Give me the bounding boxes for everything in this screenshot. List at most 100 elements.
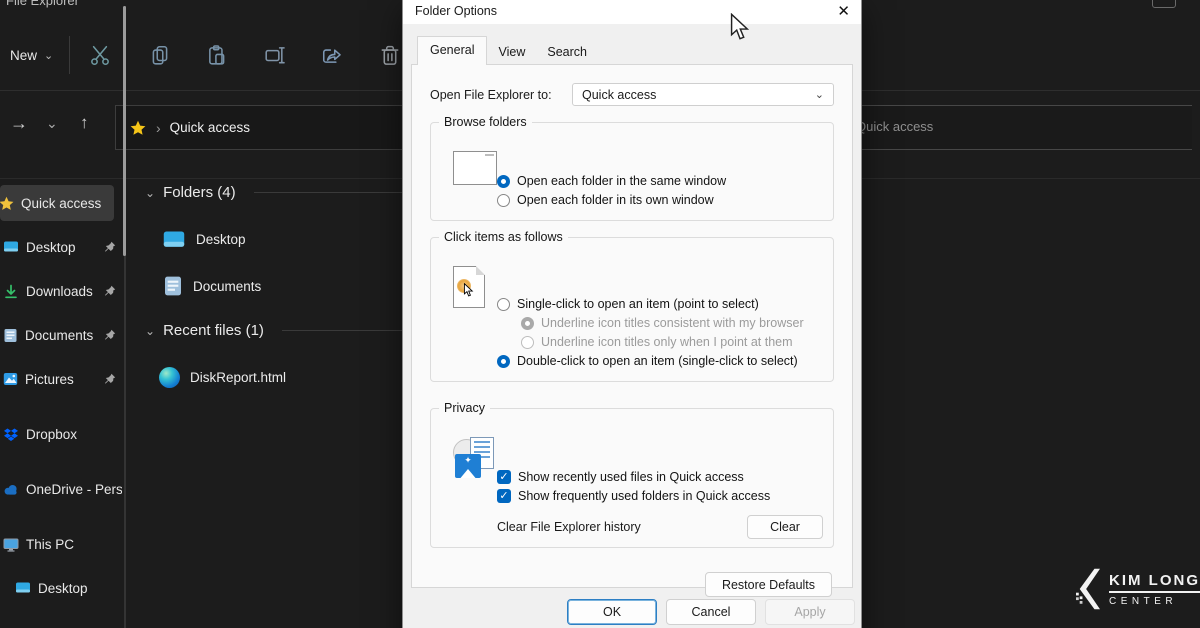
checkbox-checked[interactable]: ✓ xyxy=(497,489,511,503)
dialog-footer: OK Cancel Apply xyxy=(403,599,855,625)
watermark-line2: CENTER xyxy=(1109,596,1200,607)
group-legend: Click items as follows xyxy=(439,230,568,244)
privacy-icon: ✦ xyxy=(453,437,501,481)
pin-icon[interactable] xyxy=(104,329,116,341)
browse-folders-group: Browse folders Open each folder in the s… xyxy=(430,122,834,221)
new-button-label: New xyxy=(10,48,37,63)
radio-disabled-selected xyxy=(521,317,534,330)
collapse-chevron-icon: ⌄ xyxy=(145,186,155,200)
sidebar-item-pictures[interactable]: Pictures xyxy=(0,362,122,396)
tab-view[interactable]: View xyxy=(487,40,536,64)
open-to-label: Open File Explorer to: xyxy=(430,88,552,102)
folder-item-documents[interactable]: Documents xyxy=(163,273,261,299)
recent-locations-icon[interactable]: ⌄ xyxy=(46,115,58,132)
group-legend: Privacy xyxy=(439,401,490,415)
open-to-select[interactable]: Quick access ⌄ xyxy=(572,83,834,106)
radio-unselected[interactable] xyxy=(497,194,510,207)
sidebar-scrollbar-thumb[interactable] xyxy=(123,6,126,256)
pin-icon[interactable] xyxy=(104,285,116,297)
close-icon[interactable]: ✕ xyxy=(837,2,850,20)
cut-icon[interactable] xyxy=(89,44,111,66)
group-header-recent-files[interactable]: ⌄ Recent files (1) xyxy=(145,322,403,339)
dropbox-icon xyxy=(3,427,19,442)
radio-unselected[interactable] xyxy=(497,298,510,311)
up-arrow-icon[interactable]: ↑ xyxy=(80,113,89,133)
radio-underline-point: Underline icon titles only when I point … xyxy=(521,335,823,349)
this-pc-icon xyxy=(3,537,19,552)
pictures-icon xyxy=(3,372,18,386)
radio-disabled xyxy=(521,336,534,349)
quick-access-star-icon xyxy=(130,120,146,136)
privacy-group: Privacy ✦ ✓ Show recently used files in … xyxy=(430,408,834,548)
tab-search[interactable]: Search xyxy=(536,40,598,64)
edge-icon xyxy=(159,367,180,388)
watermark-line1: KIM LONG xyxy=(1109,572,1200,593)
tab-general[interactable]: General xyxy=(417,36,487,65)
sidebar-item-downloads[interactable]: Downloads xyxy=(0,274,122,308)
sidebar-item-dropbox[interactable]: Dropbox xyxy=(0,417,122,451)
search-text: Quick access xyxy=(856,119,933,134)
checkbox-frequent-folders[interactable]: ✓ Show frequently used folders in Quick … xyxy=(497,489,823,503)
breadcrumb[interactable]: Quick access xyxy=(170,120,250,135)
radio-selected[interactable] xyxy=(497,175,510,188)
mouse-cursor xyxy=(730,13,749,42)
file-explorer-window: File Explorer New ⌄ xyxy=(0,0,1200,628)
group-legend: Browse folders xyxy=(439,115,532,129)
radio-same-window[interactable]: Open each folder in the same window xyxy=(497,174,823,188)
desktop-icon xyxy=(162,230,186,249)
dialog-title: Folder Options xyxy=(415,4,497,18)
share-icon[interactable] xyxy=(321,44,343,66)
pin-icon[interactable] xyxy=(104,241,116,253)
forward-arrow-icon[interactable]: → xyxy=(10,113,28,134)
rename-icon[interactable] xyxy=(264,44,286,66)
sidebar-item-onedrive[interactable]: OneDrive - Perso xyxy=(0,472,122,506)
click-items-icon xyxy=(453,266,485,308)
onedrive-cloud-icon xyxy=(3,483,19,496)
dialog-tabs: General View Search xyxy=(417,36,598,64)
radio-single-click[interactable]: Single-click to open an item (point to s… xyxy=(497,297,823,311)
pin-icon[interactable] xyxy=(104,373,116,385)
downloads-icon xyxy=(3,284,19,299)
desktop-icon xyxy=(3,240,19,254)
navigation-pane: Quick access Desktop Downloads xyxy=(0,180,130,628)
file-item-diskreport[interactable]: DiskReport.html xyxy=(159,364,286,390)
star-icon xyxy=(0,196,14,211)
radio-underline-consistent: Underline icon titles consistent with my… xyxy=(521,316,823,330)
desktop-icon xyxy=(15,581,31,595)
copy-icon[interactable] xyxy=(149,44,171,66)
radio-double-click[interactable]: Double-click to open an item (single-cli… xyxy=(497,354,823,368)
documents-icon xyxy=(163,275,183,297)
restore-defaults-button[interactable]: Restore Defaults xyxy=(705,572,832,597)
dialog-titlebar[interactable]: Folder Options ✕ xyxy=(403,0,861,24)
cancel-button[interactable]: Cancel xyxy=(666,599,756,625)
sidebar-item-documents[interactable]: Documents xyxy=(0,318,122,352)
folder-item-desktop[interactable]: Desktop xyxy=(162,226,246,252)
chevron-down-icon: ⌄ xyxy=(44,49,53,62)
sidebar-item-desktop-2[interactable]: Desktop xyxy=(0,571,122,605)
new-button[interactable]: New ⌄ xyxy=(10,42,53,68)
toolbar-divider xyxy=(69,36,70,74)
sidebar-item-quick-access[interactable]: Quick access xyxy=(0,185,114,221)
paste-icon[interactable] xyxy=(206,44,228,66)
ok-button[interactable]: OK xyxy=(567,599,657,625)
radio-selected[interactable] xyxy=(497,355,510,368)
chevron-down-icon: ⌄ xyxy=(815,88,824,101)
kim-long-center-logo: KIM LONG CENTER xyxy=(1076,568,1200,610)
radio-own-window[interactable]: Open each folder in its own window xyxy=(497,193,823,207)
folder-options-dialog: Folder Options ✕ General View Search Ope… xyxy=(403,0,861,628)
clear-history-label: Clear File Explorer history xyxy=(497,520,747,534)
breadcrumb-separator-icon: › xyxy=(156,120,161,136)
sidebar-item-this-pc[interactable]: This PC xyxy=(0,527,122,561)
click-items-group: Click items as follows Single-click to o… xyxy=(430,237,834,382)
partial-window-control xyxy=(1152,0,1176,8)
sidebar-item-desktop[interactable]: Desktop xyxy=(0,230,122,264)
checkbox-recent-files[interactable]: ✓ Show recently used files in Quick acce… xyxy=(497,470,823,484)
browse-folders-icon xyxy=(453,151,497,185)
group-header-folders[interactable]: ⌄ Folders (4) xyxy=(145,184,403,201)
kim-long-chevron-icon xyxy=(1076,568,1100,610)
collapse-chevron-icon: ⌄ xyxy=(145,324,155,338)
general-tab-page: Open File Explorer to: Quick access ⌄ Br… xyxy=(411,64,853,588)
clear-button[interactable]: Clear xyxy=(747,515,823,539)
delete-icon[interactable] xyxy=(379,44,401,66)
apply-button: Apply xyxy=(765,599,855,625)
